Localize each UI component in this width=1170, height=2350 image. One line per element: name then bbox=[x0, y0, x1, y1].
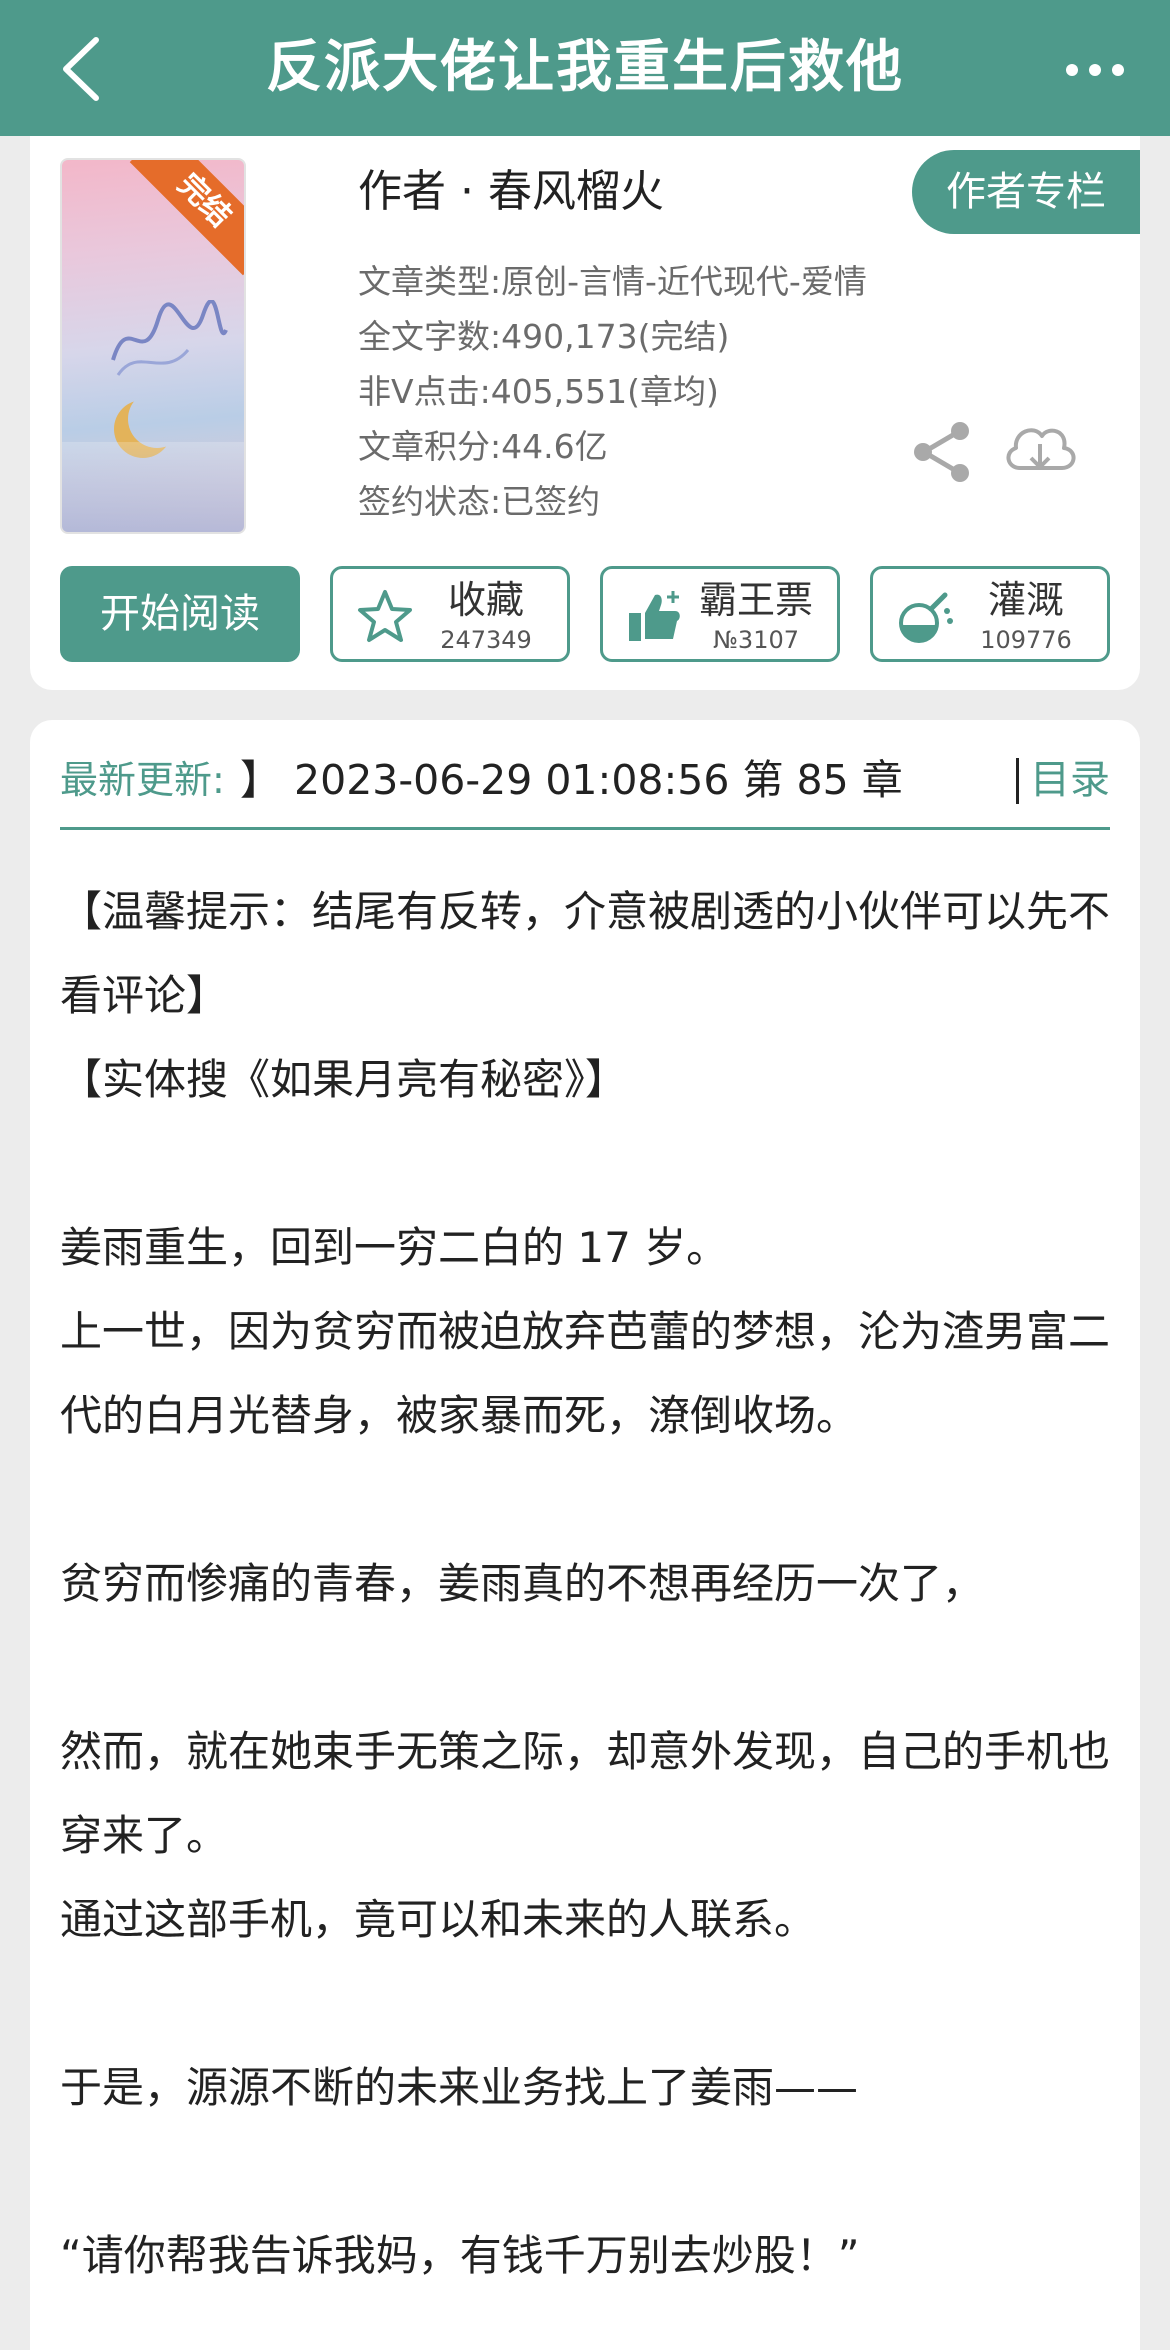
synopsis-paragraph: 于是，源源不断的未来业务找上了姜雨—— bbox=[60, 2063, 859, 2112]
star-icon bbox=[358, 590, 412, 642]
cover-art bbox=[111, 300, 228, 376]
synopsis-paragraph: 通过这部手机，竟可以和未来的人联系。 bbox=[60, 1895, 817, 1944]
thumbs-up-icon bbox=[629, 591, 680, 641]
water-button[interactable]: 灌溉 109776 bbox=[870, 566, 1110, 662]
water-label: 灌溉 bbox=[987, 578, 1064, 622]
water-count: 109776 bbox=[980, 626, 1072, 654]
book-info-card: 完结 作者 · 春风榴火 作者专栏 文章类型:原创-言情-近代现代-爱情 全文字… bbox=[30, 136, 1140, 690]
favorite-count: 247349 bbox=[440, 626, 532, 654]
chevron-left-icon[interactable] bbox=[52, 34, 122, 104]
action-buttons: 开始阅读 收藏 247349 霸王票 №3107 灌溉 109776 bbox=[60, 566, 1110, 662]
meta-word-count: 全文字数:490,173(完结) bbox=[358, 317, 730, 356]
table-of-contents-link[interactable]: 目录 bbox=[1030, 750, 1110, 810]
synopsis-paragraph: 贫穷而惨痛的青春，姜雨真的不想再经历一次了， bbox=[60, 1559, 985, 1608]
latest-update-bar[interactable]: 最新更新: 】 2023-06-29 01:08:56 第 85 章 目录 bbox=[60, 750, 1110, 830]
synopsis-paragraph: 然而，就在她束手无策之际，却意外发现，自己的手机也穿来了。 bbox=[60, 1727, 1111, 1860]
page-title: 反派大佬让我重生后救他 bbox=[266, 35, 904, 100]
vote-label: 霸王票 bbox=[698, 578, 813, 622]
favorite-button[interactable]: 收藏 247349 bbox=[330, 566, 570, 662]
meta-clicks: 非Ⅴ点击:405,551(章均) bbox=[358, 372, 719, 411]
author-column-button[interactable]: 作者专栏 bbox=[912, 150, 1140, 234]
synopsis-paragraph: 【实体搜《如果月亮有秘密》】 bbox=[60, 1055, 628, 1104]
latest-update-text: 】 2023-06-29 01:08:56 第 85 章 bbox=[240, 756, 903, 804]
cover-moon bbox=[128, 390, 186, 448]
synopsis-paragraph: 【温馨提示：结尾有反转，介意被剧透的小伙伴可以先不看评论】 bbox=[60, 887, 1111, 1020]
watering-flask-icon bbox=[899, 592, 953, 643]
start-reading-button[interactable]: 开始阅读 bbox=[60, 566, 300, 662]
synopsis-paragraph: 上一世，因为贫穷而被迫放弃芭蕾的梦想，沦为渣男富二代的白月光替身，被家暴而死，潦… bbox=[60, 1307, 1111, 1440]
meta-score: 文章积分:44.6亿 bbox=[358, 427, 608, 466]
author-name[interactable]: 作者 · 春风榴火 bbox=[358, 162, 664, 222]
meta-type: 文章类型:原创-言情-近代现代-爱情 bbox=[358, 262, 867, 301]
share-icon[interactable] bbox=[910, 420, 974, 484]
app-header: 反派大佬让我重生后救他 bbox=[0, 0, 1170, 136]
download-icon[interactable] bbox=[1002, 416, 1078, 482]
meta-sign-status: 签约状态:已签约 bbox=[358, 482, 601, 521]
vote-count: №3107 bbox=[712, 626, 800, 654]
completed-badge: 完结 bbox=[129, 160, 244, 276]
more-horizontal-icon[interactable] bbox=[1060, 50, 1130, 90]
synopsis-paragraph: 姜雨重生，回到一穷二白的 17 岁。 bbox=[60, 1223, 729, 1272]
synopsis-text: 【温馨提示：结尾有反转，介意被剧透的小伙伴可以先不看评论】【实体搜《如果月亮有秘… bbox=[60, 870, 1110, 2298]
book-meta: 文章类型:原创-言情-近代现代-爱情 全文字数:490,173(完结) 非Ⅴ点击… bbox=[358, 254, 867, 529]
favorite-label: 收藏 bbox=[447, 578, 524, 622]
vote-button[interactable]: 霸王票 №3107 bbox=[600, 566, 840, 662]
synopsis-paragraph: “请你帮我告诉我妈，有钱千万别去炒股！” bbox=[60, 2231, 860, 2280]
latest-update-label: 最新更新: bbox=[60, 758, 225, 802]
synopsis-card: 最新更新: 】 2023-06-29 01:08:56 第 85 章 目录 【温… bbox=[30, 720, 1140, 2350]
book-cover[interactable]: 完结 bbox=[60, 158, 246, 534]
divider bbox=[1016, 758, 1019, 804]
cover-sea bbox=[62, 442, 244, 532]
